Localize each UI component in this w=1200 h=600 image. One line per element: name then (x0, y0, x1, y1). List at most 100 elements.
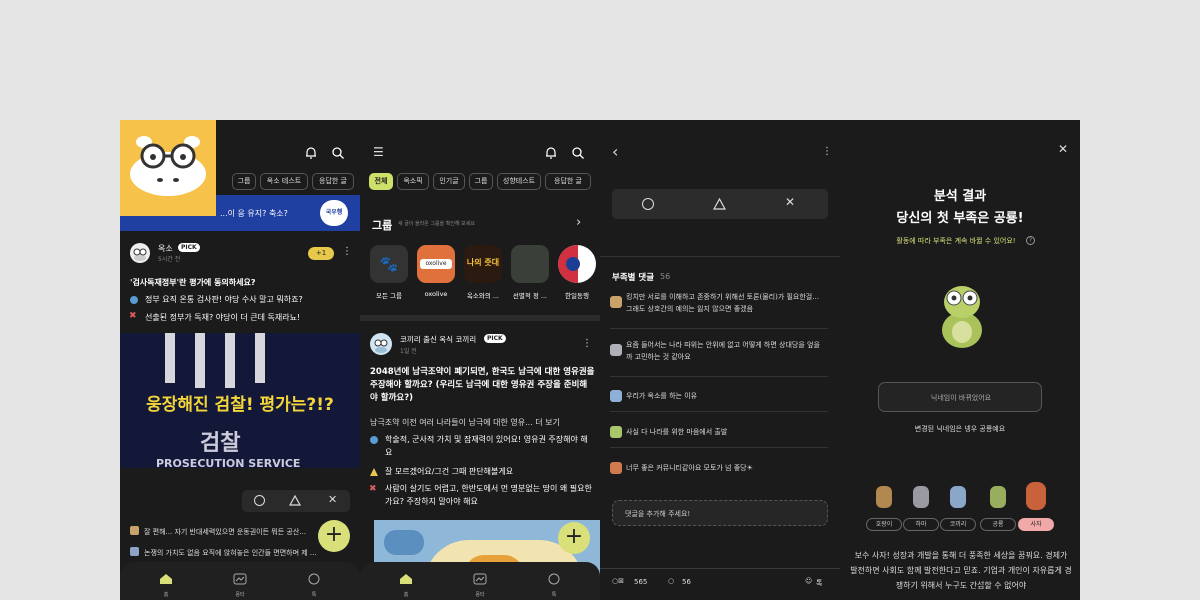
chip-oxo-test[interactable]: 옥소 테스트 (260, 173, 308, 190)
nav-talk[interactable]: 톡 (302, 570, 326, 598)
post-title[interactable]: '검사독재정부'란 평가에 동의하세요? (130, 277, 355, 288)
comment-item[interactable]: 우리가 옥소를 하는 이유 (610, 386, 828, 412)
footer-divider (600, 568, 840, 569)
hippo-avatar-icon (610, 344, 622, 356)
option-circle-icon (370, 436, 378, 444)
tribe-result-screen: ✕ 분석 결과 당신의 첫 부족은 공룡! 활동에 따라 부족은 계속 바뀔 수… (840, 120, 1080, 600)
banner-badge: 국우행 (320, 200, 348, 226)
more-icon[interactable]: ⋮ (342, 246, 352, 257)
option-x-icon: ✖ (129, 311, 137, 321)
post-image[interactable]: 웅장해진 검찰! 평가는?!? 검찰 PROSECUTION SERVICE (120, 333, 360, 468)
chip-all[interactable]: 전체 (369, 173, 393, 190)
comment-icon: ○ (668, 577, 675, 585)
option-3[interactable]: 사람이 살기도 어렵고, 한반도에서 먼 명분없는 땅이 왜 필요한가요? 주장… (385, 482, 595, 508)
comment-avatar-icon (130, 526, 139, 535)
nav-monta[interactable]: 몽타 (468, 570, 492, 598)
dinosaur-icon (990, 486, 1006, 508)
divider (360, 315, 600, 321)
chip-group[interactable]: 그룹 (469, 173, 493, 190)
more-icon[interactable]: ⋮ (582, 338, 592, 349)
group-thumb-select[interactable] (511, 245, 549, 283)
post-title[interactable]: 2048년에 남극조약이 폐기되면, 한국도 남극에 대한 영유권을 주장해야 … (370, 366, 595, 405)
comment-item[interactable]: 킹치만 서로를 이해하고 존중하기 위해선 토론(물리)가 필요한걸... 그래… (610, 291, 828, 329)
comment-preview-2[interactable]: 논쟁의 가치도 없음 요직에 앉혀놓은 인간들 면면하며 제 ... (144, 548, 354, 558)
search-icon[interactable] (330, 145, 346, 161)
chevron-right-icon[interactable]: › (576, 215, 581, 230)
option-2[interactable]: 선출된 정부가 독재? 야당이 더 큰데 독재라뇨! (145, 312, 357, 323)
triangle-icon[interactable] (713, 198, 726, 211)
talk-icon[interactable]: ☺ (805, 577, 812, 585)
section-divider (600, 256, 840, 257)
comment-count-footer: 56 (682, 578, 691, 586)
triangle-icon[interactable] (289, 495, 301, 507)
lion-icon (1026, 482, 1046, 510)
home-icon (400, 574, 412, 584)
image-sign: 검찰 (200, 431, 241, 456)
nav-home[interactable]: 홈 (394, 570, 418, 598)
group-label-oxolive: oxolive (424, 290, 448, 298)
comment-item[interactable]: 너무 좋은 커뮤니티같아요 모토가 넘 좋당☀ (610, 458, 828, 484)
vote-count: 565 (634, 578, 648, 586)
group-thumb-oxo[interactable]: 나의 줏대 (464, 245, 502, 283)
group-label-oxo: 옥소와의 ... (466, 292, 500, 300)
tiger-icon (876, 486, 892, 508)
circle-icon[interactable] (254, 495, 265, 506)
group-thumb-oxolive[interactable]: oxolive (417, 245, 455, 283)
option-1[interactable]: 정부 요직 온통 검사판! 야당 수사 말고 뭐하죠? (145, 294, 357, 305)
x-icon[interactable]: ✕ (328, 493, 337, 506)
banner-text: ...이 응 유지? 축소? (220, 209, 288, 218)
post-avatar[interactable] (370, 333, 392, 355)
tribe-tiger[interactable]: 호랑이 (866, 486, 902, 531)
option-1[interactable]: 학술적, 군사적 가치 및 잠재력이 있어요! 영유권 주장해야 해요 (385, 433, 595, 459)
write-post-button[interactable]: + (558, 522, 590, 554)
nav-monta[interactable]: 몽타 (228, 570, 252, 598)
reaction-bar: ✕ (242, 490, 350, 512)
group-thumb-all[interactable]: 🐾 (370, 245, 408, 283)
tribe-list: 호랑이 하마 코끼리 공룡 사자 (840, 120, 1080, 600)
tribe-dinosaur[interactable]: 공룡 (980, 486, 1016, 531)
tribe-hippo[interactable]: 하마 (903, 486, 939, 531)
group-label-korea-japan: 한일동행 (565, 292, 589, 300)
tribe-comments-title: 부족별 댓글 (612, 273, 655, 283)
option-x-icon: ✖ (369, 484, 377, 494)
menu-icon[interactable]: ☰ (373, 145, 384, 159)
circle-icon[interactable] (642, 198, 654, 210)
bell-icon[interactable] (543, 145, 559, 161)
search-icon[interactable] (570, 145, 586, 161)
chip-test[interactable]: 성향테스트 (497, 173, 541, 190)
group-label-all: 모든 그룹 (376, 292, 402, 300)
nav-talk[interactable]: 톡 (542, 570, 566, 598)
bell-icon[interactable] (303, 145, 319, 161)
dinosaur-avatar-icon (610, 426, 622, 438)
post-body[interactable]: 남극조약 이전 여러 나라들이 남극에 대한 영유... 더 보기 (370, 417, 595, 428)
tribe-lion[interactable]: 사자 (1018, 482, 1054, 531)
comment-item[interactable]: 요즘 들어서는 나라 따위는 안위에 없고 어떻게 하면 상대당을 엎을까 고민… (610, 339, 828, 377)
tiger-avatar-icon (610, 296, 622, 308)
post-author[interactable]: 옥소 (158, 243, 173, 254)
option-2[interactable]: 잘 모르겠어요/그건 그때 판단해볼게요 (385, 466, 595, 477)
lion-avatar-icon (610, 462, 622, 474)
chip-answered[interactable]: 응답한 글 (312, 173, 354, 190)
chat-icon (548, 573, 560, 585)
chip-group[interactable]: 그룹 (232, 173, 256, 190)
post-time: 1일 전 (400, 348, 417, 355)
chip-oxopick[interactable]: 옥소픽 (397, 173, 429, 190)
hippo-logo (120, 120, 216, 216)
talk-label[interactable]: 톡 (816, 578, 822, 588)
post-author[interactable]: 코끼리 출신 옥식 코끼리 (400, 334, 476, 345)
elephant-avatar-icon (610, 390, 622, 402)
post-avatar[interactable] (130, 243, 150, 263)
back-icon[interactable]: ‹ (612, 142, 618, 161)
comment-input[interactable]: 댓글을 추가해 주세요! (612, 500, 828, 526)
nav-home[interactable]: 홈 (154, 570, 178, 598)
points-badge: +1 (308, 247, 334, 260)
trend-icon (473, 573, 487, 585)
more-icon[interactable]: ⋮ (822, 146, 832, 157)
x-icon[interactable]: ✕ (785, 195, 795, 209)
chip-answered[interactable]: 응답한 글 (545, 173, 591, 190)
group-thumb-korea-japan[interactable] (558, 245, 596, 283)
comment-item[interactable]: 사실 다 나라를 위한 마음에서 출발 (610, 422, 828, 448)
write-post-button[interactable]: + (318, 520, 350, 552)
tribe-elephant[interactable]: 코끼리 (940, 486, 976, 531)
chip-popular[interactable]: 인기글 (433, 173, 465, 190)
